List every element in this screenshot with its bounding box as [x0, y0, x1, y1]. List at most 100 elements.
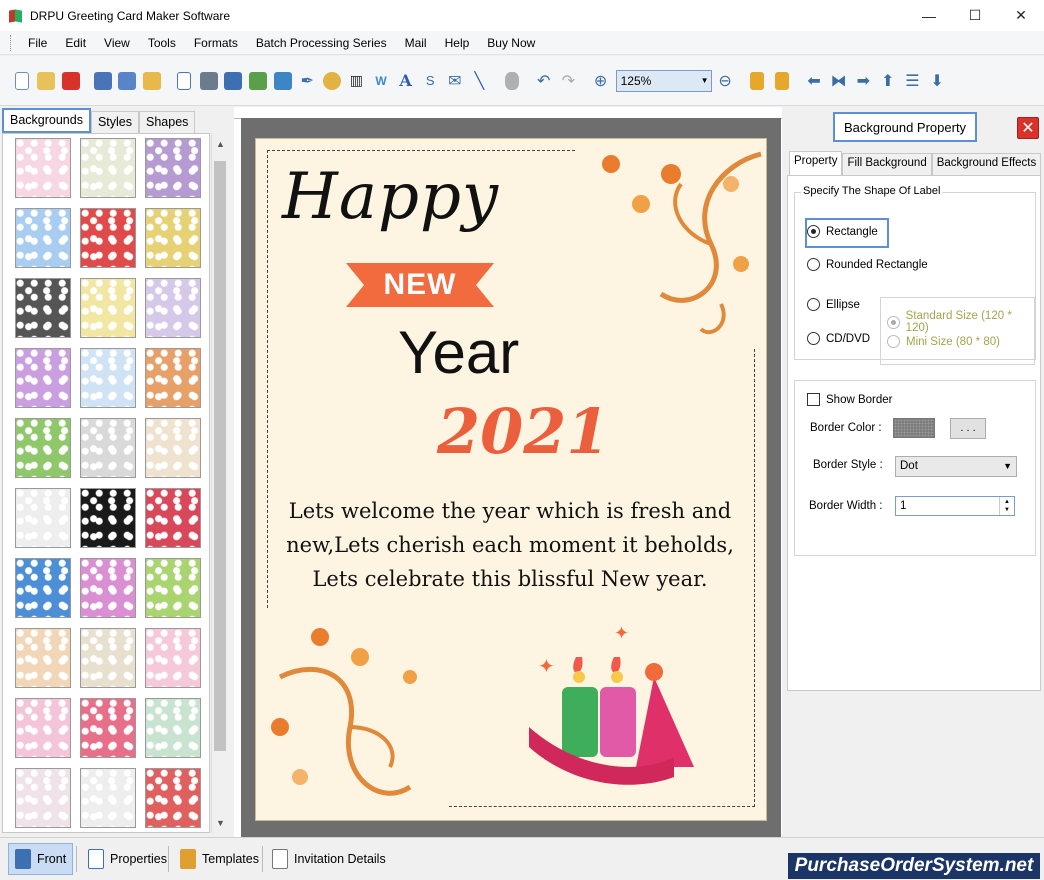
background-thumbnail[interactable]: [80, 768, 136, 828]
background-thumbnail[interactable]: [80, 208, 136, 268]
radio-rounded-rectangle[interactable]: Rounded Rectangle: [807, 258, 928, 271]
maximize-button[interactable]: ☐: [952, 0, 998, 31]
background-thumbnail[interactable]: [145, 138, 201, 198]
database-icon[interactable]: [500, 69, 523, 93]
line-icon[interactable]: ╲: [468, 69, 491, 93]
thumbnail-scrollbar[interactable]: ▲ ▼: [211, 133, 228, 833]
new-ribbon-banner[interactable]: NEW: [346, 263, 494, 307]
tab-fill-background[interactable]: Fill Background: [842, 153, 932, 175]
border-style-select[interactable]: Dot ▼: [895, 456, 1017, 477]
flip-icon[interactable]: ⧓: [827, 69, 850, 93]
arrow-up-icon[interactable]: ⬆: [876, 69, 899, 93]
background-thumbnail[interactable]: [145, 488, 201, 548]
background-thumbnail[interactable]: [15, 208, 71, 268]
image-edit-icon[interactable]: [247, 69, 270, 93]
background-thumbnail[interactable]: [15, 138, 71, 198]
background-thumbnail[interactable]: [80, 628, 136, 688]
menu-help[interactable]: Help: [436, 31, 479, 55]
tab-templates[interactable]: Templates: [174, 843, 265, 875]
zoom-select[interactable]: 125% ▼: [615, 69, 712, 92]
lock-icon[interactable]: [746, 69, 769, 93]
card-text-year[interactable]: Year: [398, 318, 558, 388]
new-icon[interactable]: [10, 69, 33, 93]
tab-backgrounds[interactable]: Backgrounds: [2, 108, 91, 133]
border-width-spinner[interactable]: 1 ▲ ▼: [895, 496, 1015, 516]
menu-formats[interactable]: Formats: [185, 31, 247, 55]
background-thumbnail[interactable]: [145, 628, 201, 688]
background-thumbnail[interactable]: [15, 698, 71, 758]
background-thumbnail[interactable]: [80, 418, 136, 478]
text-icon[interactable]: A: [394, 69, 417, 93]
pen-icon[interactable]: ✒: [296, 69, 319, 93]
properties-icon[interactable]: [173, 69, 196, 93]
wordart-icon[interactable]: W: [370, 69, 393, 93]
border-color-swatch[interactable]: [893, 418, 935, 438]
background-thumbnail[interactable]: [15, 558, 71, 618]
border-color-picker-button[interactable]: . . .: [950, 418, 986, 439]
background-thumbnail[interactable]: [15, 628, 71, 688]
picture-icon[interactable]: [271, 69, 294, 93]
menu-batch-processing[interactable]: Batch Processing Series: [247, 31, 396, 55]
background-thumbnail[interactable]: [80, 138, 136, 198]
scroll-up-icon[interactable]: ▲: [212, 135, 229, 152]
background-thumbnail[interactable]: [145, 278, 201, 338]
close-doc-icon[interactable]: [59, 69, 82, 93]
menu-view[interactable]: View: [95, 31, 139, 55]
signature-icon[interactable]: S: [419, 69, 442, 93]
barcode-icon[interactable]: ▥: [345, 69, 368, 93]
radio-standard-size[interactable]: Standard Size (120 * 120): [887, 310, 1034, 334]
save-as-icon[interactable]: [116, 69, 139, 93]
menu-tools[interactable]: Tools: [139, 31, 185, 55]
radio-ellipse[interactable]: Ellipse: [807, 298, 860, 311]
undo-icon[interactable]: ↶: [532, 69, 555, 93]
export-icon[interactable]: [141, 69, 164, 93]
card-text-2021[interactable]: 2021: [437, 395, 617, 470]
shapes-icon[interactable]: [320, 69, 343, 93]
radio-cd-dvd[interactable]: CD/DVD: [807, 332, 870, 345]
background-thumbnail[interactable]: [80, 348, 136, 408]
menu-mail[interactable]: Mail: [396, 31, 436, 55]
unlock-icon[interactable]: [770, 69, 793, 93]
background-thumbnail[interactable]: [145, 558, 201, 618]
background-thumbnail[interactable]: [15, 278, 71, 338]
scroll-down-icon[interactable]: ▼: [212, 814, 229, 831]
save-icon[interactable]: [91, 69, 114, 93]
background-thumbnail[interactable]: [15, 768, 71, 828]
menu-buy-now[interactable]: Buy Now: [478, 31, 544, 55]
minimize-button[interactable]: —: [906, 0, 952, 31]
print-icon[interactable]: [197, 69, 220, 93]
zoom-in-icon[interactable]: ⊕: [589, 69, 612, 93]
spinner-arrows-icon[interactable]: ▲ ▼: [999, 497, 1014, 515]
background-thumbnail[interactable]: [15, 418, 71, 478]
background-thumbnail[interactable]: [80, 278, 136, 338]
background-thumbnail[interactable]: [145, 698, 201, 758]
tab-background-effects[interactable]: Background Effects: [931, 153, 1042, 175]
close-panel-button[interactable]: ✕: [1017, 117, 1039, 139]
background-thumbnail[interactable]: [145, 418, 201, 478]
background-thumbnail[interactable]: [145, 768, 201, 828]
background-thumbnail[interactable]: [15, 488, 71, 548]
arrow-right-icon[interactable]: ➡: [852, 69, 875, 93]
arrow-down-icon[interactable]: ⬇: [926, 69, 949, 93]
zoom-out-icon[interactable]: ⊖: [714, 69, 737, 93]
radio-rectangle[interactable]: Rectangle: [807, 225, 878, 238]
scroll-thumb[interactable]: [214, 161, 226, 751]
background-thumbnail[interactable]: [80, 698, 136, 758]
print-preview-icon[interactable]: [222, 69, 245, 93]
tab-front[interactable]: Front: [8, 843, 74, 875]
tab-styles[interactable]: Styles: [90, 111, 140, 133]
card-message[interactable]: Lets welcome the year which is fresh and…: [270, 494, 750, 596]
menu-edit[interactable]: Edit: [56, 31, 95, 55]
background-thumbnail[interactable]: [80, 488, 136, 548]
open-icon[interactable]: [35, 69, 58, 93]
redo-icon[interactable]: ↷: [557, 69, 580, 93]
align-icon[interactable]: ☰: [901, 69, 924, 93]
background-thumbnail[interactable]: [15, 348, 71, 408]
background-thumbnail[interactable]: [80, 558, 136, 618]
card-text-happy[interactable]: Happy: [282, 160, 502, 250]
tab-invitation-details[interactable]: Invitation Details: [266, 843, 392, 875]
show-border-checkbox[interactable]: Show Border: [807, 393, 892, 406]
tab-shapes[interactable]: Shapes: [139, 111, 196, 133]
radio-mini-size[interactable]: Mini Size (80 * 80): [887, 335, 1000, 348]
close-window-button[interactable]: ✕: [998, 0, 1044, 31]
